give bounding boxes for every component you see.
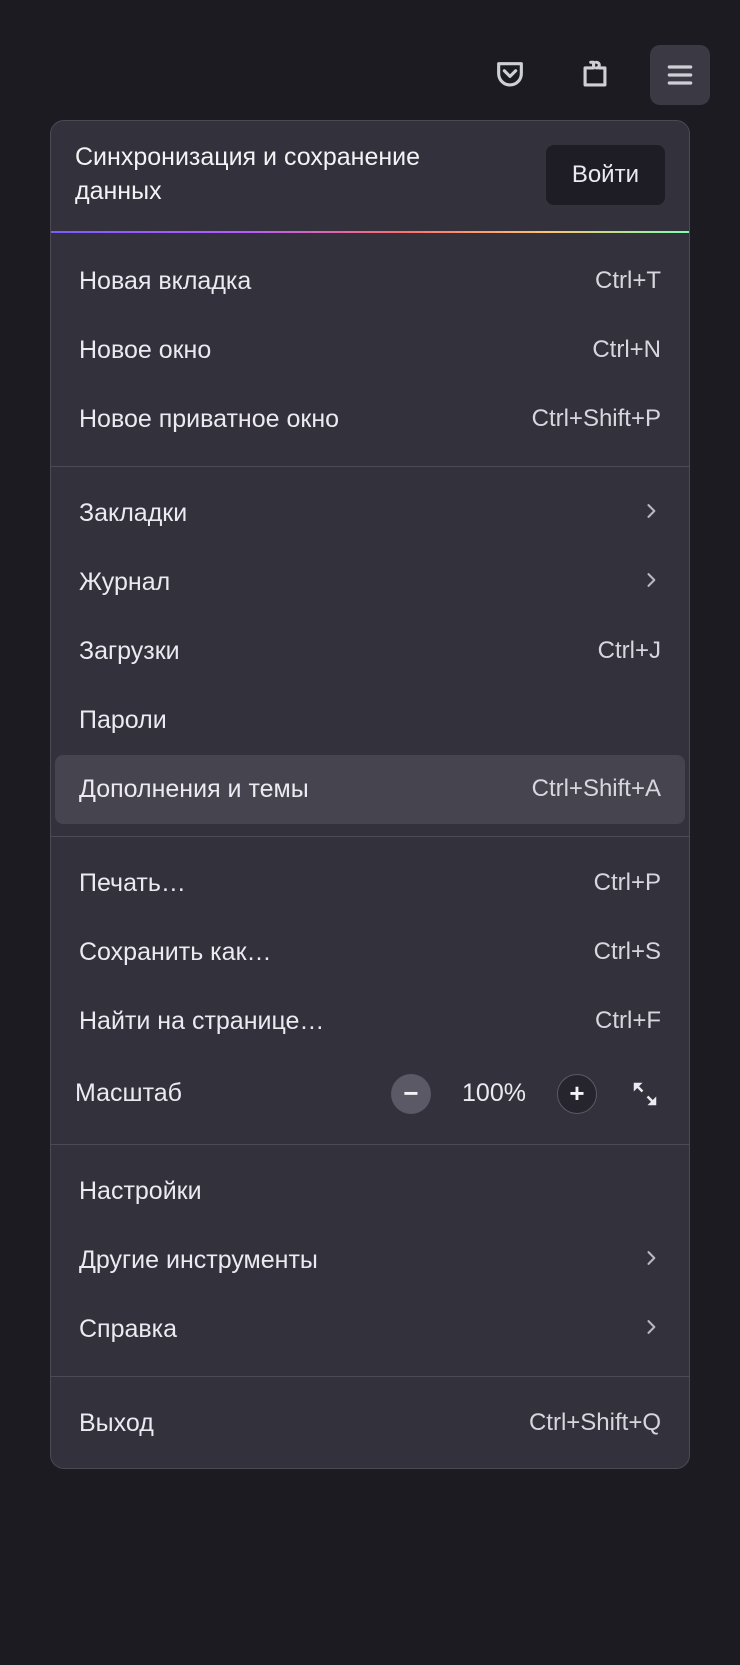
menu-addons-themes[interactable]: Дополнения и темы Ctrl+Shift+A: [55, 755, 685, 824]
separator: [51, 1376, 689, 1377]
menu-help[interactable]: Справка: [55, 1295, 685, 1364]
menu-item-label: Сохранить как…: [79, 938, 594, 967]
chevron-right-icon: [641, 1246, 661, 1275]
menu-item-label: Закладки: [79, 499, 641, 528]
menu-item-label: Найти на странице…: [79, 1007, 595, 1036]
menu-print[interactable]: Печать… Ctrl+P: [55, 849, 685, 918]
app-menu: Синхронизация и сохранение данных Войти …: [50, 120, 690, 1469]
menu-item-shortcut: Ctrl+T: [595, 267, 661, 295]
zoom-controls: − 100% +: [391, 1074, 665, 1114]
menu-exit[interactable]: Выход Ctrl+Shift+Q: [55, 1389, 685, 1458]
menu-item-shortcut: Ctrl+N: [592, 336, 661, 364]
menu-item-label: Новая вкладка: [79, 267, 595, 296]
menu-item-label: Новое приватное окно: [79, 405, 532, 434]
menu-item-label: Выход: [79, 1409, 529, 1438]
menu-item-label: Новое окно: [79, 336, 592, 365]
menu-item-label: Пароли: [79, 706, 661, 735]
menu-save-as[interactable]: Сохранить как… Ctrl+S: [55, 918, 685, 987]
chevron-right-icon: [641, 568, 661, 597]
separator: [51, 836, 689, 837]
menu-new-tab[interactable]: Новая вкладка Ctrl+T: [55, 247, 685, 316]
zoom-in-button[interactable]: +: [557, 1074, 597, 1114]
menu-downloads[interactable]: Загрузки Ctrl+J: [55, 617, 685, 686]
menu-passwords[interactable]: Пароли: [55, 686, 685, 755]
menu-item-shortcut: Ctrl+J: [598, 637, 661, 665]
chevron-right-icon: [641, 499, 661, 528]
chevron-right-icon: [641, 1315, 661, 1344]
hamburger-menu-icon[interactable]: [650, 45, 710, 105]
menu-item-shortcut: Ctrl+F: [595, 1007, 661, 1035]
zoom-out-button[interactable]: −: [391, 1074, 431, 1114]
menu-item-label: Журнал: [79, 568, 641, 597]
menu-find-in-page[interactable]: Найти на странице… Ctrl+F: [55, 987, 685, 1056]
gradient-separator: [51, 231, 689, 233]
zoom-value: 100%: [459, 1079, 529, 1108]
menu-item-label: Другие инструменты: [79, 1246, 641, 1275]
menu-item-label: Справка: [79, 1315, 641, 1344]
menu-item-label: Дополнения и темы: [79, 775, 532, 804]
menu-item-shortcut: Ctrl+Shift+P: [532, 405, 661, 433]
menu-item-shortcut: Ctrl+S: [594, 938, 661, 966]
menu-item-label: Загрузки: [79, 637, 598, 666]
menu-item-shortcut: Ctrl+P: [594, 869, 661, 897]
extensions-icon[interactable]: [565, 45, 625, 105]
menu-more-tools[interactable]: Другие инструменты: [55, 1226, 685, 1295]
pocket-icon[interactable]: [480, 45, 540, 105]
menu-item-label: Печать…: [79, 869, 594, 898]
login-button[interactable]: Войти: [546, 145, 665, 205]
menu-settings[interactable]: Настройки: [55, 1157, 685, 1226]
menu-item-shortcut: Ctrl+Shift+A: [532, 775, 661, 803]
menu-zoom: Масштаб − 100% +: [51, 1056, 689, 1132]
menu-bookmarks[interactable]: Закладки: [55, 479, 685, 548]
zoom-label: Масштаб: [75, 1079, 391, 1108]
sync-row: Синхронизация и сохранение данных Войти: [51, 121, 689, 231]
fullscreen-icon[interactable]: [625, 1074, 665, 1114]
separator: [51, 466, 689, 467]
separator: [51, 1144, 689, 1145]
sync-title: Синхронизация и сохранение данных: [75, 141, 455, 209]
browser-toolbar: [480, 45, 710, 105]
menu-new-window[interactable]: Новое окно Ctrl+N: [55, 316, 685, 385]
menu-item-shortcut: Ctrl+Shift+Q: [529, 1409, 661, 1437]
menu-new-private-window[interactable]: Новое приватное окно Ctrl+Shift+P: [55, 385, 685, 454]
menu-history[interactable]: Журнал: [55, 548, 685, 617]
menu-item-label: Настройки: [79, 1177, 661, 1206]
